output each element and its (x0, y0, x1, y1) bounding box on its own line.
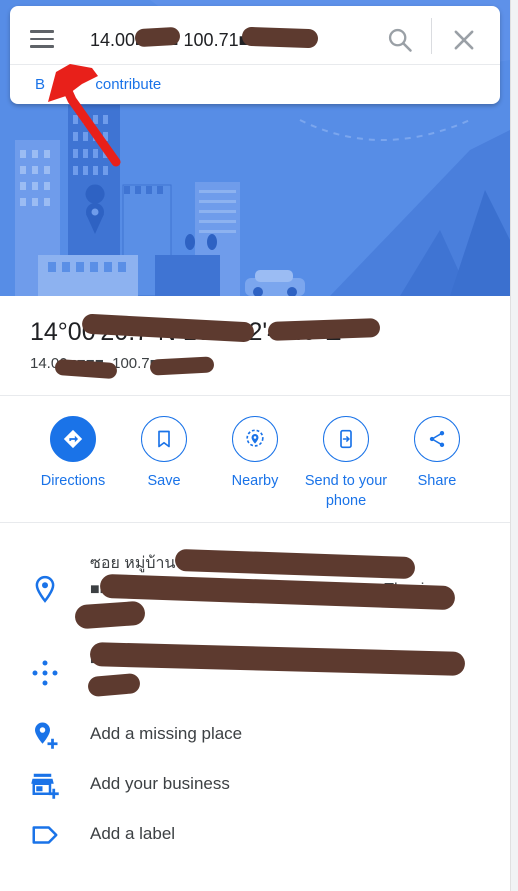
contribute-link[interactable]: contribute (95, 76, 161, 93)
search-box-separator (10, 64, 500, 65)
redaction-mark (149, 356, 215, 376)
save-button[interactable]: Save (119, 416, 209, 491)
action-buttons: Directions Save Nearby Send to your phon… (0, 416, 510, 516)
hamburger-menu-icon[interactable] (30, 24, 60, 54)
bookmark-icon (141, 416, 187, 462)
share-icon (414, 416, 460, 462)
search-icon[interactable] (386, 26, 414, 54)
add-missing-place-label: Add a missing place (90, 724, 243, 743)
nearby-icon (232, 416, 278, 462)
divider (0, 522, 510, 523)
share-label: Share (417, 473, 457, 489)
divider (0, 395, 510, 396)
save-label: Save (147, 473, 181, 489)
search-divider (431, 18, 432, 54)
redaction-mark (54, 358, 118, 380)
map-canvas-edge[interactable] (510, 0, 518, 891)
search-input[interactable] (90, 26, 380, 54)
add-place-icon (35, 722, 58, 749)
close-icon[interactable] (450, 26, 478, 54)
search-box: B contribute (10, 6, 500, 104)
redaction-mark (267, 318, 381, 341)
plus-code-icon (32, 660, 58, 686)
directions-icon (50, 416, 96, 462)
directions-label: Directions (40, 473, 106, 489)
send-to-phone-icon (323, 416, 369, 462)
contribute-row: B contribute (35, 76, 161, 93)
contribute-prefix-link[interactable]: B (35, 76, 45, 93)
send-to-phone-label: Send to your phone (304, 473, 388, 509)
share-button[interactable]: Share (392, 416, 482, 491)
add-business-icon (31, 773, 59, 799)
redaction-mark (74, 600, 146, 630)
location-pin-icon (35, 575, 55, 603)
add-business-label: Add your business (90, 774, 230, 793)
nearby-label: Nearby (231, 473, 279, 489)
nearby-button[interactable]: Nearby (210, 416, 300, 491)
redaction-mark (87, 672, 141, 698)
redaction-mark (134, 26, 181, 48)
label-icon (32, 826, 58, 844)
directions-button[interactable]: Directions (28, 416, 118, 491)
add-label-label: Add a label (90, 824, 176, 843)
redaction-mark (241, 26, 319, 49)
send-to-phone-button[interactable]: Send to your phone (301, 416, 391, 511)
